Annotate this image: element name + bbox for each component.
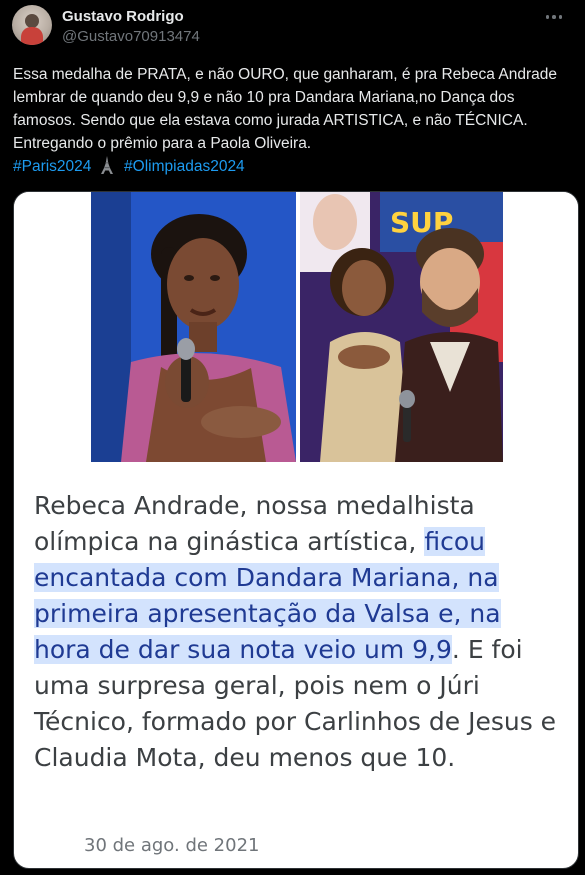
photo-dandara: SUP — [300, 192, 503, 462]
avatar-body — [21, 27, 43, 45]
avatar-head — [25, 14, 39, 28]
media-card[interactable]: SUP Rebeca Andrade, nossa medalhista olí… — [13, 191, 579, 869]
hashtag-olimpiadas2024[interactable]: #Olimpiadas2024 — [124, 158, 245, 175]
tweet: Gustavo Rodrigo @Gustavo70913474 Essa me… — [0, 0, 585, 875]
tweet-hashtags: #Paris2024 #Olimpiadas2024 — [13, 155, 578, 178]
caption-date: 30 de ago. de 2021 — [84, 835, 260, 856]
tweet-body: Essa medalha de PRATA, e não OURO, que g… — [13, 66, 557, 152]
photo-dandara-illustration: SUP — [300, 192, 503, 462]
eiffel-tower-emoji-icon — [100, 156, 113, 174]
photo-strip: SUP — [14, 192, 578, 466]
hashtag-paris2024[interactable]: #Paris2024 — [13, 158, 91, 175]
avatar[interactable] — [12, 5, 52, 45]
photo-rebeca-illustration — [91, 192, 296, 462]
tweet-text: Essa medalha de PRATA, e não OURO, que g… — [13, 63, 578, 178]
author-handle[interactable]: @Gustavo70913474 — [62, 28, 200, 45]
caption-part1: Rebeca Andrade, nossa medalhista olímpic… — [34, 491, 475, 556]
media-caption: Rebeca Andrade, nossa medalhista olímpic… — [34, 488, 564, 776]
author-name[interactable]: Gustavo Rodrigo — [62, 8, 184, 25]
photo-rebeca — [91, 192, 296, 462]
more-icon[interactable] — [539, 6, 569, 28]
